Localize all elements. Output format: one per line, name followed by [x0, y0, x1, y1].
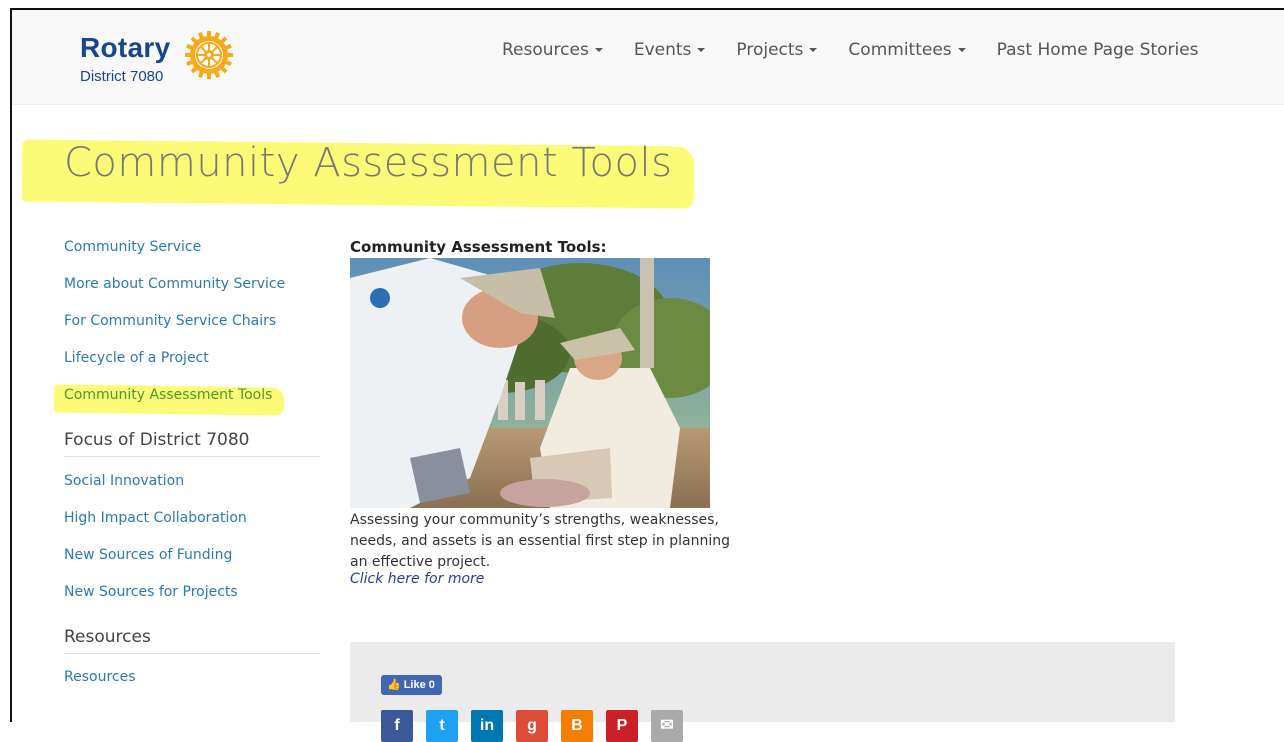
sidebar-heading-focus: Focus of District 7080 — [64, 430, 250, 450]
sidebar-item-high-impact-collaboration[interactable]: High Impact Collaboration — [64, 507, 322, 544]
blogger-icon[interactable]: B — [561, 710, 593, 742]
nav-past-stories-label: Past Home Page Stories — [996, 40, 1199, 60]
email-icon[interactable]: ✉ — [651, 710, 683, 742]
google-plus-icon[interactable]: g — [516, 710, 548, 742]
sidebar-item-lifecycle-of-project[interactable]: Lifecycle of a Project — [64, 347, 322, 384]
rotary-wheel-icon — [185, 31, 233, 79]
chevron-down-icon — [957, 48, 966, 52]
thumbs-up-icon: 👍 — [387, 679, 401, 691]
chevron-down-icon — [809, 48, 818, 52]
logo-district: District 7080 — [80, 68, 164, 85]
logo-wordmark: Rotary — [80, 32, 171, 63]
share-icon-row: f t in g B P ✉ — [381, 710, 696, 742]
nav-past-stories[interactable]: Past Home Page Stories — [997, 40, 1199, 60]
main-content: Community Assessment Tools: — [350, 238, 750, 256]
content-caption: Assessing your community’s strengths, we… — [350, 512, 731, 570]
sidebar-item-new-sources-projects[interactable]: New Sources for Projects — [64, 581, 322, 618]
facebook-icon[interactable]: f — [381, 710, 413, 742]
sidebar-divider — [64, 456, 320, 457]
sidebar-nav: Community Service More about Community S… — [64, 236, 322, 421]
linkedin-icon[interactable]: in — [471, 710, 503, 742]
sidebar-item-resources[interactable]: Resources — [64, 666, 322, 703]
nav-committees[interactable]: Committees — [848, 40, 966, 60]
nav-events-label: Events — [633, 40, 692, 60]
page-title: Community Assessment Tools — [64, 140, 673, 186]
sidebar-item-community-assessment-tools[interactable]: Community Assessment Tools — [64, 384, 322, 421]
top-navbar: Rotary District 7080 Resources Events Pr… — [12, 10, 1284, 105]
volunteers-photo — [350, 258, 710, 508]
nav-projects-label: Projects — [736, 40, 804, 60]
site-logo[interactable]: Rotary District 7080 — [80, 24, 250, 94]
sidebar-focus-list: Social Innovation High Impact Collaborat… — [64, 470, 322, 618]
facebook-like-button[interactable]: 👍 Like 0 — [381, 675, 442, 695]
twitter-icon[interactable]: t — [426, 710, 458, 742]
click-here-more-link[interactable]: Click here for more — [350, 571, 484, 587]
content-heading: Community Assessment Tools: — [350, 238, 607, 256]
nav-resources-label: Resources — [502, 40, 589, 60]
sidebar-item-social-innovation[interactable]: Social Innovation — [64, 470, 322, 507]
main-nav: Resources Events Projects Committees Pas… — [502, 40, 1230, 60]
sidebar-resources-list: Resources — [64, 666, 322, 703]
nav-committees-label: Committees — [848, 40, 952, 60]
sidebar-item-more-about-community-service[interactable]: More about Community Service — [64, 273, 322, 310]
chevron-down-icon — [697, 48, 706, 52]
nav-events[interactable]: Events — [634, 40, 706, 60]
sidebar-divider — [64, 653, 320, 654]
pinterest-icon[interactable]: P — [606, 710, 638, 742]
sidebar-item-new-sources-funding[interactable]: New Sources of Funding — [64, 544, 322, 581]
sidebar-heading-resources: Resources — [64, 627, 151, 647]
nav-projects[interactable]: Projects — [736, 40, 818, 60]
like-count-label: Like 0 — [403, 679, 435, 691]
nav-resources[interactable]: Resources — [502, 40, 603, 60]
sidebar-item-community-service-chairs[interactable]: For Community Service Chairs — [64, 310, 322, 347]
chevron-down-icon — [594, 48, 603, 52]
sidebar-item-community-service[interactable]: Community Service — [64, 236, 322, 273]
